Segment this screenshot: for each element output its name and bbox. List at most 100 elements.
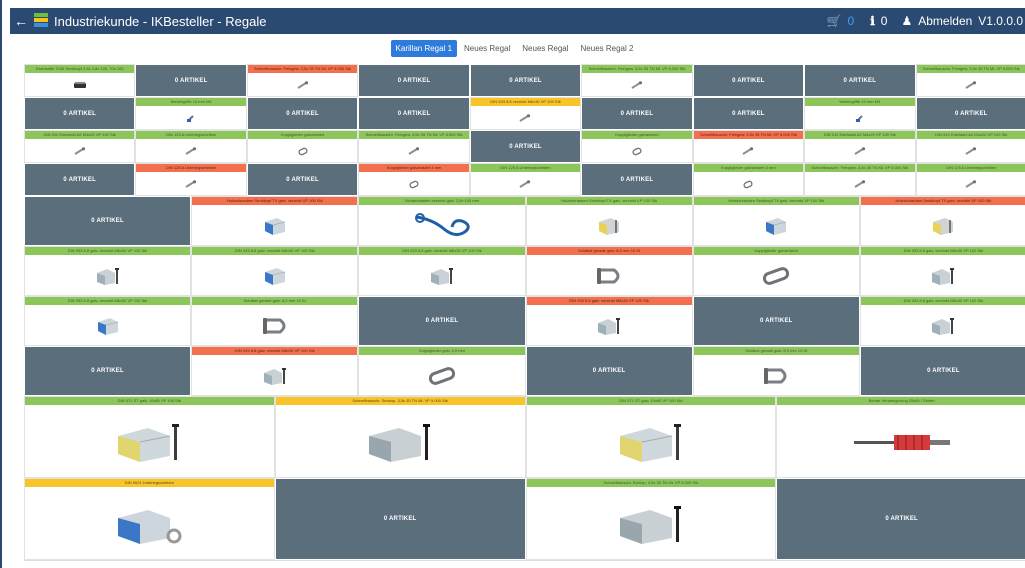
product-slot[interactable]: DIN 125 A Unterlegscheiben [469, 163, 582, 196]
product-slot[interactable]: Schnellbauschr. Feingew. 3,5x 35 TN ML V… [804, 163, 916, 196]
empty-slot[interactable]: 0 ARTIKEL [135, 64, 247, 97]
box-blue-icon [192, 256, 357, 295]
tab-neues-regal-b[interactable]: Neues Regal [517, 40, 573, 57]
product-label: Schnellbauschr. Feingew. 3,5x 35 TN ML V… [359, 131, 469, 139]
product-slot[interactable]: Schäkel gerade galv. 8,0 mm 10 St [191, 296, 359, 346]
product-slot[interactable]: Schraubhaken verzinkt galv. 2,8x 100 mm [358, 196, 526, 246]
arrow-left-icon[interactable]: ← [10, 13, 32, 29]
product-slot[interactable]: Weldingriffe 10 mm M4 [135, 97, 247, 130]
empty-slot[interactable]: 0 ARTIKEL [246, 163, 359, 196]
tab-neues-regal-a[interactable]: Neues Regal [459, 40, 515, 57]
product-slot[interactable]: DIN 933 8.8 galv. verzinkt M6x30 VP 100 … [859, 296, 1025, 346]
empty-slot[interactable]: 0 ARTIKEL [915, 97, 1025, 130]
product-label: Schäkel gerade galv. 8,0 mm 10 St [693, 347, 859, 355]
product-slot[interactable]: Schnellbauschr. Bohrsp. 3,5x 35 TN ML VP… [525, 478, 777, 560]
empty-slot-label: 0 ARTIKEL [759, 318, 793, 324]
product-slot[interactable]: DIN 912 Edelstahl A2 M4x20 VP 100 Stk [804, 130, 916, 163]
product-slot[interactable]: DIN 933 8.8 galv. verzinkt M6x30 VP 100 … [525, 296, 693, 346]
logout-button[interactable]: Abmelden [918, 14, 972, 28]
empty-slot[interactable]: 0 ARTIKEL [692, 296, 860, 346]
product-slot[interactable]: Schnellbauschr. Feingew. 3,5x 35 TN ML V… [246, 64, 359, 97]
product-slot[interactable]: DIN 9021 Unterlegscheiben [24, 478, 275, 560]
product-label: Schnellbauschr. Feingew. 3,5x 35 TN ML V… [247, 65, 358, 73]
product-slot[interactable]: Schnellbauschr. Feingew. 3,5x 35 TN ML V… [915, 64, 1025, 97]
empty-slot[interactable]: 0 ARTIKEL [469, 130, 582, 163]
box-bolt-icon [192, 356, 357, 395]
product-slot[interactable]: DIN 571 ST galv. 10x80 VP 100 Stk [525, 396, 777, 478]
empty-slot[interactable]: 0 ARTIKEL [24, 196, 192, 246]
cart-icon[interactable]: 🛒 [827, 14, 842, 28]
empty-slot[interactable]: 0 ARTIKEL [24, 163, 136, 196]
product-slot[interactable]: DIN 933 8.8 galv. verzinkt M6x30 VP 100 … [859, 246, 1025, 296]
product-slot[interactable]: DIN 125 A Unterlegscheiben [135, 130, 247, 163]
product-slot[interactable]: DIN 571 ST galv. 10x80 VP 100 Stk [24, 396, 275, 478]
product-label: Kopplglieder galvanisiert 4 mm [359, 164, 469, 172]
tab-neues-regal-2[interactable]: Neues Regal 2 [576, 40, 639, 57]
product-slot[interactable]: Holzschrauben Senkkopf TX galv. verzinkt… [692, 196, 860, 246]
empty-slot[interactable]: 0 ARTIKEL [525, 346, 693, 396]
product-label: DIN 933 8.8 galv. verzinkt M6x30 VP 100 … [25, 247, 191, 255]
product-slot[interactable]: Schnellbauschr. Feingew. 3,5x 35 TN ML V… [692, 130, 805, 163]
empty-slot[interactable]: 0 ARTIKEL [246, 97, 359, 130]
screws-icon [136, 140, 245, 162]
empty-slot[interactable]: 0 ARTIKEL [358, 97, 470, 130]
box-nail-icon [527, 406, 776, 477]
product-slot[interactable]: DIN 933 8.8 galv. verzinkt M6x30 VP 100 … [24, 246, 192, 296]
empty-slot-label: 0 ARTIKEL [927, 368, 960, 374]
screws-icon [805, 173, 914, 195]
empty-slot[interactable]: 0 ARTIKEL [274, 478, 526, 560]
empty-slot[interactable]: 0 ARTIKEL [581, 163, 693, 196]
product-slot[interactable]: DIN 933 8.8 galv. verzinkt M6x30 VP 100 … [191, 246, 359, 296]
empty-slot[interactable]: 0 ARTIKEL [24, 97, 136, 130]
product-slot[interactable]: Kopplglieder galvanisiert [246, 130, 359, 163]
product-slot[interactable]: Holzschrauben Senkkopf TX galv. verzinkt… [859, 196, 1025, 246]
screws-icon [805, 140, 914, 162]
product-slot[interactable]: Kopplglieder galvanisiert 4 mm [692, 163, 805, 196]
empty-slot[interactable]: 0 ARTIKEL [469, 64, 582, 97]
box-bolt-icon [861, 306, 1025, 345]
product-slot[interactable]: DIN 912 Edelstahl A2 M4x20 VP 100 Stk [915, 130, 1025, 163]
product-slot[interactable]: DIN 933 8.8 galv. verzinkt M6x30 VP 100 … [358, 246, 526, 296]
empty-slot[interactable]: 0 ARTIKEL [859, 346, 1025, 396]
product-slot[interactable]: Weldingriffe 10 mm M4 [804, 97, 916, 130]
app-window: ← Industriekunde - IKBesteller - Regale … [0, 0, 1025, 568]
empty-slot[interactable]: 0 ARTIKEL [776, 478, 1025, 560]
product-label: Kopplglieder galvanisiert [693, 247, 859, 255]
product-slot[interactable]: DIN 912 Edelstahl A2 M4x20 VP 100 Stk [24, 130, 136, 163]
product-label: DIN 933 8.8 galv. verzinkt M6x30 VP 100 … [860, 297, 1025, 305]
screws-icon [471, 107, 580, 129]
product-slot[interactable]: DIN 933 8.8 galv. verzinkt M6x30 VP 100 … [191, 346, 359, 396]
empty-slot[interactable]: 0 ARTIKEL [581, 97, 693, 130]
empty-slot-label: 0 ARTIKEL [843, 77, 877, 84]
product-slot[interactable]: Kopplglieder galvanisiert [692, 246, 860, 296]
product-slot[interactable]: Schäkel gerade galv. 8,0 mm 10 St [692, 346, 860, 396]
product-slot[interactable]: DIN 933 8.8 verzinkt M6x30 VP 100 Stk [469, 97, 582, 130]
box-yellow-icon [861, 206, 1025, 245]
product-slot[interactable]: Schnellbauschr. Senkop. 3,5x 35 TN ML VP… [274, 396, 526, 478]
product-slot[interactable]: Holzschrauben Senkkopf TX galv. verzinkt… [191, 196, 359, 246]
product-slot[interactable]: Bohrer Verlaengerung 25x60 / Stufen [776, 396, 1025, 478]
tab-karillan-regal-1[interactable]: Karillan Regal 1 [390, 40, 458, 57]
product-slot[interactable]: DIN 125 A Unterlegscheiben [135, 163, 247, 196]
product-slot[interactable]: Holzschrauben Senkkopf TX galv. verzinkt… [525, 196, 693, 246]
cart-count: 0 [847, 14, 855, 28]
empty-slot[interactable]: 0 ARTIKEL [804, 64, 916, 97]
info-icon[interactable]: ℹ [870, 14, 875, 28]
product-slot[interactable]: Kopplglieder galvanisiert 4 mm [358, 163, 470, 196]
product-slot[interactable]: Drahtstifte 7040 Senkkopf 2,8x 2,8x 100,… [24, 64, 136, 97]
box-blue-icon [694, 206, 859, 245]
empty-slot[interactable]: 0 ARTIKEL [692, 64, 805, 97]
product-slot[interactable]: Schnellbauschr. Feingew. 3,5x 35 TN ML V… [581, 64, 693, 97]
product-slot[interactable]: Kopplglieder galv. 4,0 mm [358, 346, 526, 396]
empty-slot[interactable]: 0 ARTIKEL [692, 97, 805, 130]
product-slot[interactable]: DIN 933 8.8 galv. verzinkt M6x30 VP 100 … [24, 296, 192, 346]
empty-slot[interactable]: 0 ARTIKEL [24, 346, 192, 396]
empty-slot[interactable]: 0 ARTIKEL [358, 64, 470, 97]
empty-slot[interactable]: 0 ARTIKEL [358, 296, 526, 346]
product-slot[interactable]: Kopplglieder galvanisiert [581, 130, 693, 163]
header-bar: ← Industriekunde - IKBesteller - Regale … [10, 8, 1025, 34]
product-slot[interactable]: DIN 125 A Unterlegscheiben [915, 163, 1025, 196]
product-slot[interactable]: Schnellbauschr. Feingew. 3,5x 35 TN ML V… [358, 130, 470, 163]
empty-slot-label: 0 ARTIKEL [91, 368, 124, 374]
product-slot[interactable]: Schäkel gerade galv. 8,0 mm 10 St [525, 246, 693, 296]
